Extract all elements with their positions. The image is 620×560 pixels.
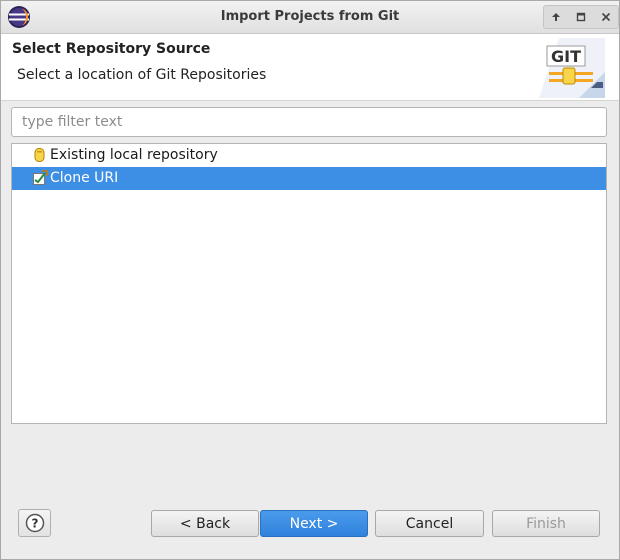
list-item-clone-uri[interactable]: Clone URI <box>12 167 606 190</box>
next-button[interactable]: Next > <box>260 510 368 537</box>
page-description: Select a location of Git Repositories <box>17 67 267 83</box>
maximize-button[interactable] <box>546 7 566 27</box>
cancel-button[interactable]: Cancel <box>375 510 484 537</box>
window-controls <box>543 5 619 29</box>
repository-icon <box>34 148 45 162</box>
help-button[interactable]: ? <box>18 509 51 537</box>
list-item-existing-local-repository[interactable]: Existing local repository <box>12 144 606 167</box>
clone-uri-icon <box>33 170 48 185</box>
close-button[interactable] <box>596 7 616 27</box>
finish-button[interactable]: Finish <box>492 510 600 537</box>
git-logo-text: GIT <box>551 47 581 66</box>
help-glyph: ? <box>31 517 38 531</box>
import-dialog: Import Projects from Git Select Reposito… <box>0 0 620 560</box>
title-bar[interactable]: Import Projects from Git <box>1 1 619 34</box>
list-item-label: Existing local repository <box>50 147 218 163</box>
git-logo-icon: GIT <box>539 38 605 98</box>
wizard-header: Select Repository Source Select a locati… <box>1 34 619 101</box>
restore-icon <box>576 12 586 22</box>
restore-button[interactable] <box>571 7 591 27</box>
list-item-label: Clone URI <box>50 170 119 186</box>
page-title: Select Repository Source <box>12 41 211 57</box>
filter-input[interactable] <box>11 107 607 137</box>
help-icon: ? <box>25 513 44 533</box>
back-button[interactable]: < Back <box>151 510 259 537</box>
close-icon <box>601 12 610 22</box>
repository-source-list: Existing local repository Clone URI <box>11 143 607 424</box>
arrow-up-icon <box>552 13 561 21</box>
window-title: Import Projects from Git <box>220 9 400 24</box>
